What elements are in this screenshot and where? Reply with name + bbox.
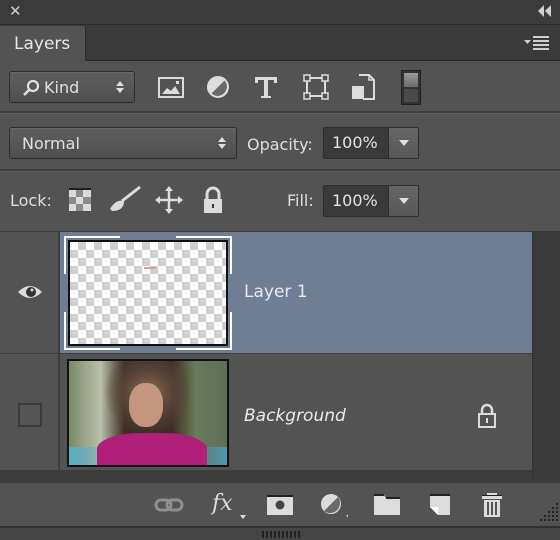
- filter-row: Kind: [0, 61, 560, 111]
- filter-kind-label: Kind: [44, 78, 80, 97]
- fill-dropdown-button[interactable]: [388, 186, 418, 216]
- layers-list: Layer 1 Background: [0, 231, 560, 480]
- panel-menu-icon[interactable]: [522, 35, 552, 51]
- transparent-canvas: [68, 240, 228, 346]
- blend-row: Normal Opacity: 100%: [0, 115, 560, 169]
- layer-name[interactable]: Layer 1: [244, 282, 308, 302]
- hidden-visibility-box[interactable]: [18, 403, 42, 427]
- filter-kind-dropdown[interactable]: Kind: [9, 71, 135, 103]
- eye-icon[interactable]: [17, 283, 43, 301]
- type-filter-icon[interactable]: [252, 73, 280, 101]
- panel-titlebar: ✕: [0, 0, 560, 25]
- panel-resize-bar[interactable]: [0, 526, 560, 540]
- fx-icon[interactable]: fx: [212, 491, 246, 519]
- tab-layers[interactable]: Layers: [0, 26, 86, 62]
- blend-mode-dropdown[interactable]: Normal: [9, 127, 237, 159]
- opacity-label: Opacity:: [247, 135, 313, 154]
- divider: [0, 169, 560, 172]
- new-layer-icon[interactable]: [426, 491, 456, 519]
- lock-icon: [478, 403, 496, 428]
- layer-row-background[interactable]: Background: [0, 354, 532, 470]
- layer-name[interactable]: Background: [244, 406, 346, 426]
- search-icon: [23, 79, 40, 96]
- fill-label: Fill:: [287, 191, 314, 210]
- opacity-value[interactable]: 100%: [324, 128, 388, 158]
- adjustment-filter-icon[interactable]: [204, 73, 232, 101]
- tab-layers-label: Layers: [14, 34, 71, 54]
- opacity-field[interactable]: 100%: [323, 127, 419, 159]
- spinner-arrows-icon: [218, 137, 226, 149]
- delete-layer-icon[interactable]: [478, 491, 508, 519]
- fx-label: fx: [212, 491, 233, 516]
- blend-mode-label: Normal: [22, 134, 80, 153]
- new-group-icon[interactable]: [372, 491, 402, 519]
- resize-grip-icon[interactable]: [540, 501, 560, 523]
- filter-toggle-icon[interactable]: [401, 70, 421, 105]
- divider: [0, 111, 560, 114]
- link-layers-icon[interactable]: [154, 491, 184, 519]
- spinner-arrows-icon: [116, 81, 124, 93]
- layers-controls: Kind Normal Opacity: 100% Lock: Fill: 10…: [0, 61, 560, 231]
- layer-thumbnail[interactable]: [64, 236, 232, 350]
- lock-position-icon[interactable]: [155, 185, 183, 215]
- lock-all-icon[interactable]: [202, 185, 224, 215]
- close-icon[interactable]: ✕: [9, 4, 23, 19]
- lock-label: Lock:: [10, 191, 52, 210]
- visibility-toggle[interactable]: [0, 232, 60, 353]
- adjustment-layer-icon[interactable]: [318, 491, 348, 519]
- image-filter-icon[interactable]: [157, 73, 185, 101]
- layers-footer-toolbar: fx: [0, 480, 560, 526]
- visibility-toggle[interactable]: [0, 354, 60, 470]
- layer-row-layer-1[interactable]: Layer 1: [0, 232, 532, 353]
- fill-value[interactable]: 100%: [324, 186, 388, 216]
- lock-transparent-icon[interactable]: [68, 187, 92, 213]
- lock-image-icon[interactable]: [108, 185, 142, 215]
- drag-handle-icon[interactable]: [262, 531, 302, 538]
- smart-object-filter-icon[interactable]: [350, 73, 378, 101]
- shape-filter-icon[interactable]: [302, 73, 330, 101]
- scrollbar[interactable]: [532, 231, 560, 480]
- fill-field[interactable]: 100%: [323, 185, 419, 217]
- tab-bar: Layers: [0, 25, 560, 62]
- add-mask-icon[interactable]: [265, 491, 295, 519]
- double-chevron-left-icon[interactable]: [536, 5, 554, 17]
- layer-thumbnail[interactable]: [67, 359, 229, 467]
- opacity-dropdown-button[interactable]: [388, 128, 418, 158]
- lock-row: Lock: Fill: 100%: [0, 173, 560, 231]
